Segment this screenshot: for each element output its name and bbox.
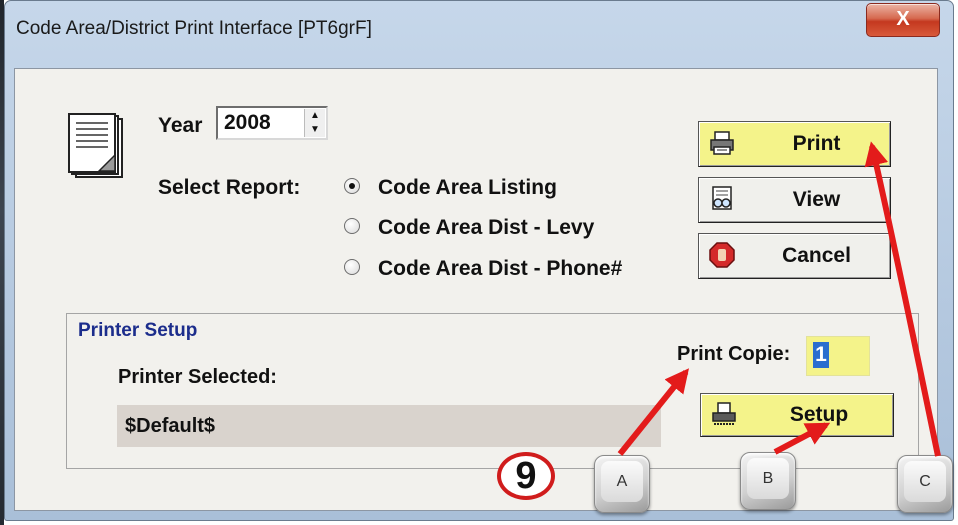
view-button-label: View (792, 188, 841, 211)
print-button-label: Print (792, 132, 841, 155)
year-label: Year (158, 114, 203, 137)
cancel-button[interactable]: Cancel (698, 233, 891, 279)
printer-selected-value: $Default$ (125, 415, 216, 437)
close-button[interactable]: X (866, 3, 940, 37)
radio-code-area-dist-levy[interactable] (344, 218, 360, 234)
view-glasses-icon (712, 186, 732, 210)
year-spinner[interactable]: 2008 ▲ ▼ (216, 106, 328, 140)
option-code-area-listing[interactable]: Code Area Listing (378, 176, 557, 200)
window-title: Code Area/District Print Interface [PT6g… (16, 18, 372, 39)
key-c-label: C (904, 461, 946, 502)
select-report-label: Select Report: (158, 176, 301, 199)
radio-code-area-listing[interactable] (344, 178, 360, 194)
key-b-label: B (747, 458, 789, 499)
printer-icon (710, 131, 734, 155)
print-copies-label: Print Copie: (677, 343, 791, 365)
key-a-label: A (601, 461, 643, 502)
print-copies-value[interactable]: 1 (813, 342, 829, 368)
option-code-area-dist-phone[interactable]: Code Area Dist - Phone# (378, 257, 622, 281)
keyboard-key-b: B (740, 452, 796, 510)
view-button[interactable]: View (698, 177, 891, 223)
radio-code-area-dist-phone[interactable] (344, 259, 360, 275)
step-number-badge: 9 (497, 452, 555, 500)
print-button[interactable]: Print (698, 121, 891, 167)
year-value[interactable]: 2008 (224, 111, 271, 135)
printer-selected-label: Printer Selected: (118, 366, 277, 388)
setup-button-label: Setup (789, 403, 849, 426)
setup-printer-icon (712, 402, 736, 425)
stop-hand-icon (709, 242, 735, 268)
document-icon (68, 113, 123, 178)
spin-up-icon[interactable]: ▲ (305, 109, 325, 123)
keyboard-key-c: C (897, 455, 953, 513)
year-spinner-arrows[interactable]: ▲ ▼ (304, 109, 325, 137)
keyboard-key-a: A (594, 455, 650, 513)
option-code-area-dist-levy[interactable]: Code Area Dist - Levy (378, 216, 594, 240)
radio-selected-dot (349, 183, 355, 189)
spin-down-icon[interactable]: ▼ (305, 123, 325, 137)
setup-button[interactable]: Setup (700, 393, 894, 437)
print-copies-input[interactable]: 1 (806, 336, 870, 376)
printer-setup-title: Printer Setup (78, 320, 198, 341)
cancel-button-label: Cancel (782, 244, 851, 267)
printer-selected-field: $Default$ (117, 405, 661, 447)
